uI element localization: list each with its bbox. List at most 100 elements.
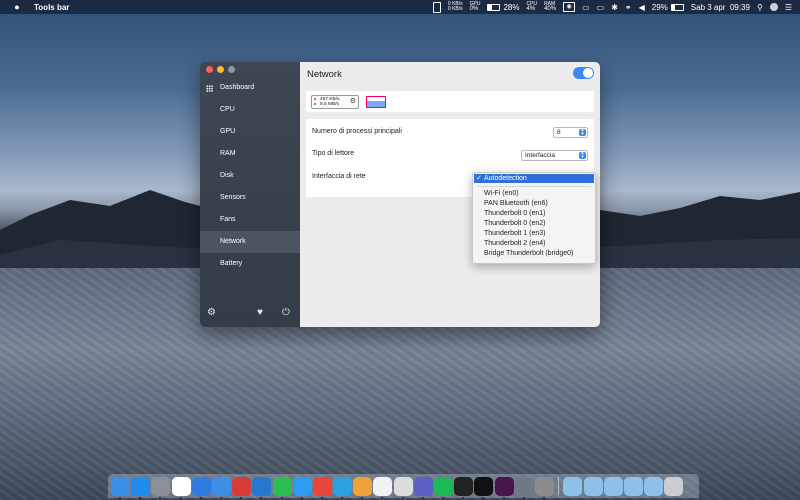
- running-indicator: [280, 496, 283, 499]
- dropdown-separator: [477, 186, 591, 187]
- user-avatar[interactable]: [769, 3, 778, 11]
- system-preferences-icon[interactable]: [534, 476, 554, 499]
- textedit-icon[interactable]: [373, 476, 393, 499]
- folder-icon-1[interactable]: [563, 476, 583, 496]
- folder-icon-5[interactable]: [644, 476, 664, 496]
- reader-select[interactable]: Interfaccia ▴ ▾: [521, 150, 588, 161]
- sidebar-item-label: Battery: [220, 260, 243, 267]
- wifi-icon[interactable]: ⚭: [625, 3, 632, 12]
- minimize-button[interactable]: [217, 66, 224, 73]
- xcode-icon[interactable]: [191, 476, 211, 499]
- scripts-icon[interactable]: [353, 476, 373, 499]
- dropdown-option[interactable]: Wi-Fi (en0): [484, 189, 519, 199]
- cpu-widget[interactable]: CPU 4%: [527, 2, 538, 13]
- running-indicator: [320, 496, 323, 499]
- app-store-icon[interactable]: [131, 476, 151, 499]
- running-indicator: [542, 496, 545, 499]
- teams-icon[interactable]: [413, 476, 433, 499]
- gear-icon[interactable]: ⚙: [207, 307, 216, 318]
- airplay-icon[interactable]: ▭: [597, 3, 605, 12]
- spotify-icon[interactable]: [434, 476, 453, 499]
- folder-icon-4[interactable]: [623, 476, 643, 496]
- utility-icon[interactable]: [393, 476, 413, 499]
- sensors-icon[interactable]: ◉: [563, 2, 576, 12]
- dropdown-option[interactable]: Bridge Thunderbolt (bridge0): [484, 249, 573, 259]
- spotlight-icon[interactable]: ⚲: [757, 3, 763, 12]
- network-enable-toggle[interactable]: [573, 67, 594, 79]
- control-center-icon[interactable]: ☰: [785, 3, 792, 12]
- gpu-widget[interactable]: GPU 0%: [470, 2, 481, 13]
- sidebar-item-fans[interactable]: Fans: [200, 209, 300, 231]
- dropdown-option[interactable]: Thunderbolt 2 (en4): [484, 239, 545, 249]
- processes-select[interactable]: 8 ▴ ▾: [553, 127, 588, 138]
- terminal-icon[interactable]: [474, 476, 494, 499]
- trash-icon[interactable]: [664, 476, 684, 496]
- sidebar-item-battery[interactable]: Battery: [200, 253, 300, 275]
- reader-value: Interfaccia: [525, 152, 555, 159]
- apple-menu-icon[interactable]: ●: [12, 2, 22, 12]
- launchpad-icon[interactable]: [151, 476, 171, 499]
- safari-icon[interactable]: [292, 476, 312, 499]
- sidebar-item-label: Dashboard: [220, 84, 255, 91]
- dropdown-option[interactable]: Thunderbolt 0 (en2): [484, 219, 545, 229]
- sidebar-item-label: CPU: [220, 106, 235, 113]
- vscode-icon[interactable]: [252, 476, 272, 499]
- running-indicator: [119, 496, 121, 499]
- display-icon[interactable]: ▭: [582, 3, 590, 12]
- updown-icon: ▴ ▾: [579, 151, 586, 159]
- dropdown-option[interactable]: Thunderbolt 1 (en3): [484, 229, 545, 239]
- app-name[interactable]: Tools bar: [34, 3, 69, 12]
- sidebar-item-gpu[interactable]: GPU: [200, 121, 300, 143]
- telegram-icon[interactable]: [333, 476, 353, 499]
- page-title: Network: [307, 69, 342, 80]
- disk-utility-icon[interactable]: [514, 476, 534, 499]
- grid-icon: [206, 85, 213, 92]
- widget-preview: 467 KB/s 8.5 MB/s ⚙: [306, 91, 594, 112]
- dropdown-option[interactable]: PAN Bluetooth (en6): [484, 199, 548, 209]
- battery-widget[interactable]: 29%: [652, 3, 684, 12]
- bluetooth-icon[interactable]: ✱: [611, 3, 618, 12]
- magnet-icon[interactable]: [232, 476, 252, 499]
- chrome-icon[interactable]: [312, 476, 332, 499]
- folder-icon-2[interactable]: [583, 476, 603, 496]
- date-time[interactable]: Sab 3 apr 09:39: [691, 3, 750, 12]
- dropdown-option[interactable]: Thunderbolt 0 (en1): [484, 209, 545, 219]
- running-indicator: [199, 496, 202, 499]
- chart-widget-preview[interactable]: [366, 96, 386, 108]
- ram-widget[interactable]: RAM 40%: [544, 2, 556, 13]
- activity-monitor-icon[interactable]: [454, 476, 474, 499]
- sidebar-item-network[interactable]: Network: [200, 231, 300, 253]
- zoom-button[interactable]: [228, 66, 235, 73]
- sidebar-item-sensors[interactable]: Sensors: [200, 187, 300, 209]
- running-indicator: [462, 496, 465, 499]
- whatsapp-icon[interactable]: [272, 476, 292, 499]
- network-widget[interactable]: 0 KB/s 0 KB/s: [448, 2, 463, 12]
- speed-values: 467 KB/s 8.5 MB/s: [320, 97, 339, 107]
- running-indicator: [401, 496, 404, 499]
- slack-icon[interactable]: [494, 476, 514, 499]
- sidebar-item-disk[interactable]: Disk: [200, 165, 300, 187]
- toggle-knob: [583, 68, 593, 78]
- folder-icon-3[interactable]: [603, 476, 623, 496]
- sidebar-item-cpu[interactable]: CPU: [200, 99, 300, 121]
- volume-icon[interactable]: ◀: [639, 3, 645, 12]
- dock-separator: [558, 477, 560, 495]
- sidebar-item-ram[interactable]: RAM: [200, 143, 300, 165]
- phone-icon[interactable]: [432, 1, 441, 13]
- speed-widget-preview[interactable]: 467 KB/s 8.5 MB/s ⚙: [311, 95, 359, 109]
- widget-settings-icon[interactable]: ⚙: [350, 98, 356, 105]
- heart-icon[interactable]: ♥: [257, 307, 263, 318]
- upload-dot-icon: [314, 98, 316, 100]
- dropdown-option-autodetection[interactable]: ✓ Autodetection: [474, 174, 594, 183]
- power-icon[interactable]: ⏻: [282, 307, 290, 318]
- running-indicator: [219, 496, 222, 499]
- finder-icon[interactable]: [111, 476, 130, 499]
- close-button[interactable]: [206, 66, 213, 73]
- sidebar-item-dashboard[interactable]: Dashboard: [200, 77, 300, 99]
- battery-mini-widget[interactable]: 28%: [487, 3, 520, 12]
- processes-value: 8: [557, 129, 561, 136]
- xcode-instruments-icon[interactable]: [211, 476, 231, 499]
- titlebar: Network: [300, 62, 600, 88]
- download-dot-icon: [314, 103, 316, 105]
- calendar-icon[interactable]: [171, 476, 191, 499]
